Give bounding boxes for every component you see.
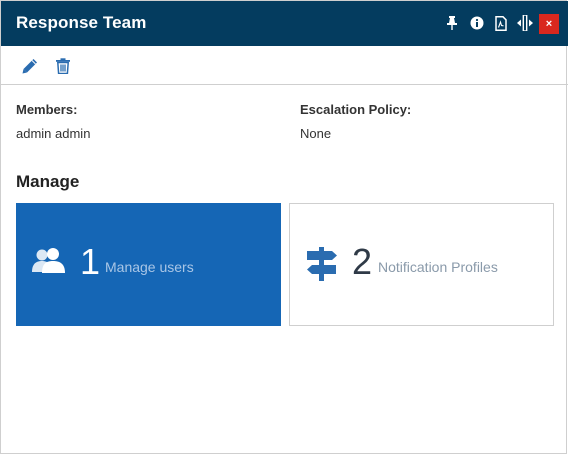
notification-profiles-tile[interactable]: 2 Notification Profiles	[289, 203, 554, 326]
close-button[interactable]: ×	[539, 14, 559, 34]
notification-profiles-count: 2	[352, 241, 373, 282]
manage-users-tile[interactable]: 1 Manage users	[16, 203, 281, 326]
users-icon	[32, 248, 66, 279]
escalation-policy-label: Escalation Policy:	[300, 102, 412, 117]
title-bar: Response Team ×	[1, 1, 568, 46]
escalation-policy-value: None	[300, 126, 332, 141]
window-title: Response Team	[16, 13, 147, 32]
response-team-panel: Response Team × Members: admin admin Esc…	[0, 0, 568, 454]
pdf-icon[interactable]	[493, 15, 509, 31]
members-label: Members:	[16, 102, 78, 117]
manage-users-label: Manage users	[105, 259, 194, 275]
signpost-icon	[306, 247, 338, 286]
manage-users-count: 1	[80, 241, 101, 282]
members-value: admin admin	[16, 126, 91, 141]
notification-profiles-label: Notification Profiles	[378, 259, 498, 275]
resize-horizontal-icon[interactable]	[517, 15, 533, 31]
pin-icon[interactable]	[444, 15, 460, 31]
edit-pencil-icon[interactable]	[21, 57, 39, 75]
info-icon[interactable]	[469, 15, 485, 31]
close-icon: ×	[545, 18, 553, 30]
delete-trash-icon[interactable]	[54, 57, 72, 75]
manage-heading: Manage	[16, 172, 80, 191]
toolbar	[1, 46, 568, 85]
